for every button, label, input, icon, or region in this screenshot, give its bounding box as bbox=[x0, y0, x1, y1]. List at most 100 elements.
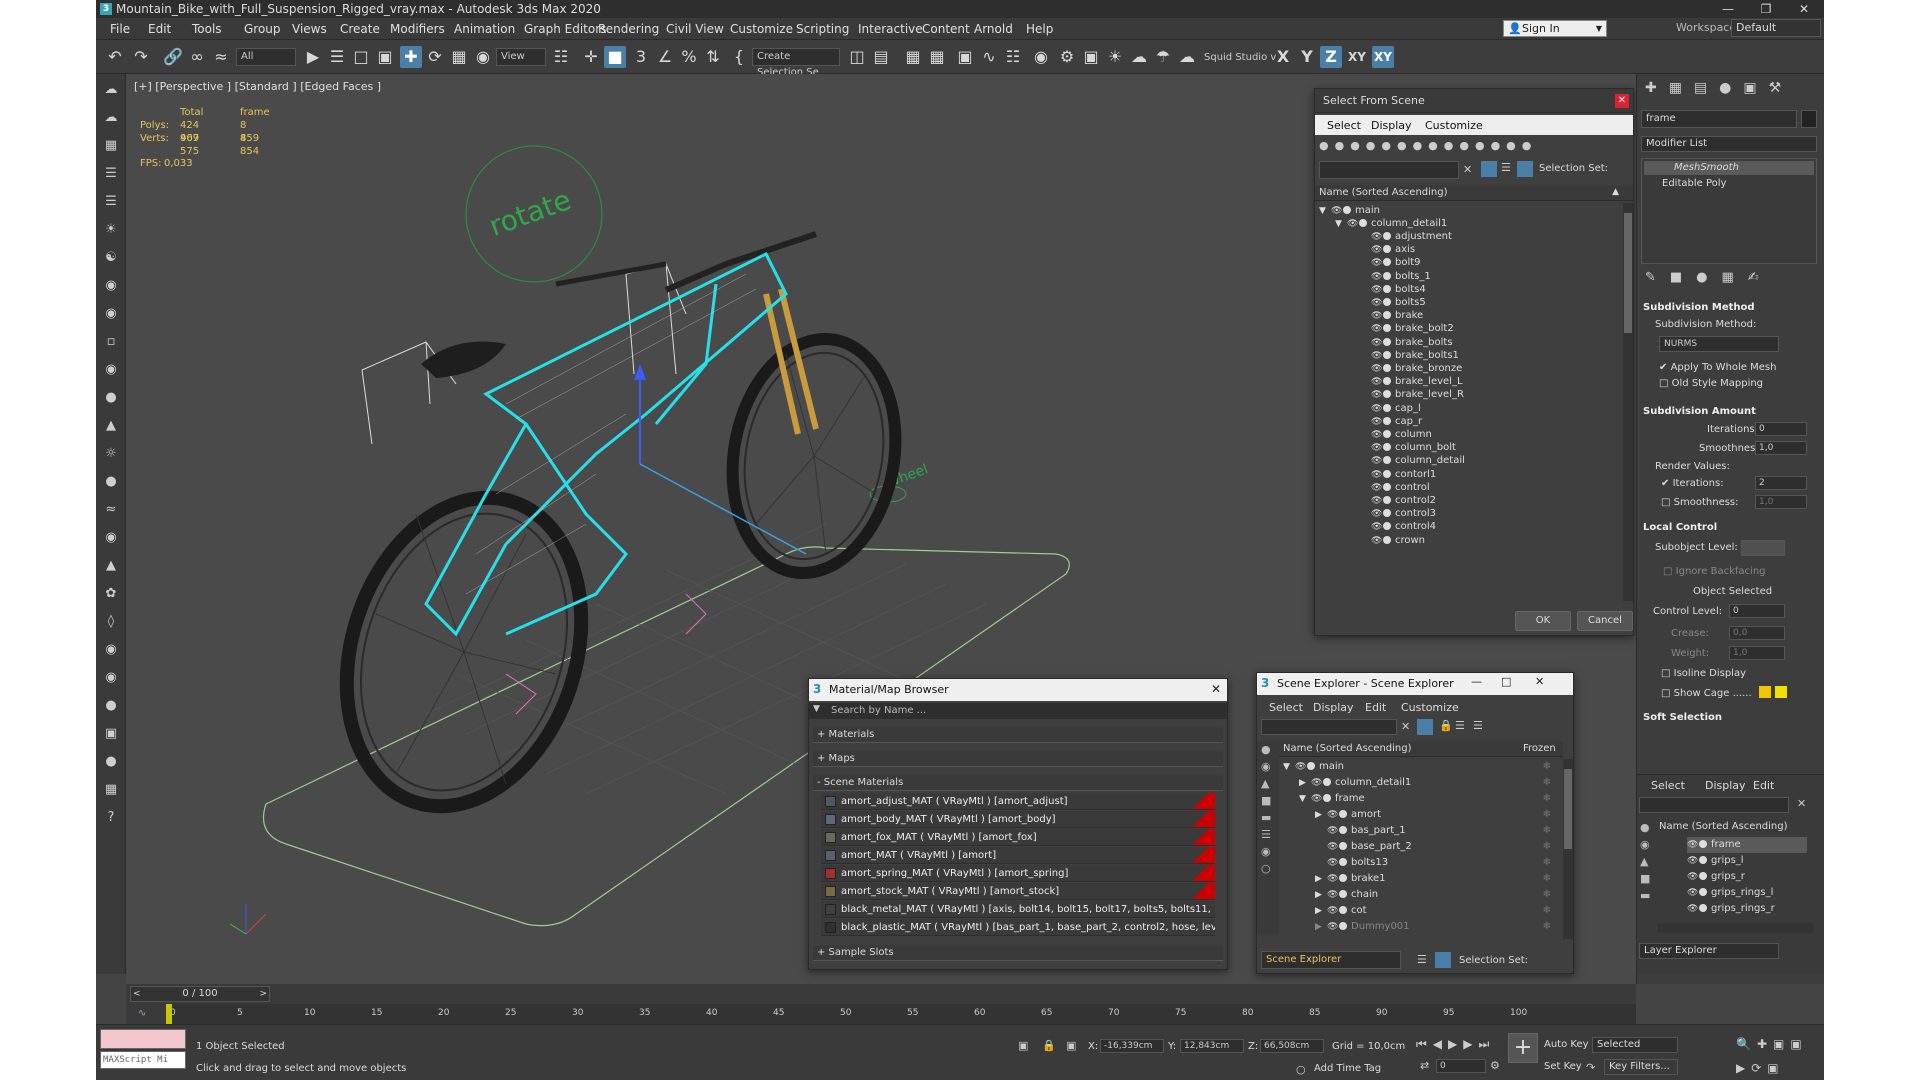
le-hscrollbar[interactable] bbox=[1657, 923, 1813, 933]
left-tool-9-icon[interactable]: ◉ bbox=[101, 304, 121, 324]
time-cursor[interactable] bbox=[166, 1004, 172, 1024]
se-filter-icon[interactable] bbox=[1417, 719, 1433, 735]
spinner-snap-icon[interactable]: ⇅ bbox=[702, 46, 724, 68]
time-config-icon[interactable]: ⚙ bbox=[1490, 1059, 1500, 1072]
expand-icon[interactable]: ▼ bbox=[1283, 759, 1295, 775]
edit-named-selection-icon[interactable]: { bbox=[728, 46, 750, 68]
render-activeshade-icon[interactable]: ☂ bbox=[1152, 46, 1174, 68]
z-coordinate-field[interactable]: 66,508cm bbox=[1260, 1039, 1324, 1053]
expand-icon[interactable]: ▶ bbox=[1315, 887, 1327, 903]
reference-coord-dropdown[interactable]: View bbox=[496, 48, 546, 66]
mmb-section-maps[interactable]: + Maps bbox=[813, 751, 1223, 767]
ok-button[interactable]: OK bbox=[1515, 611, 1571, 631]
menu-modifiers[interactable]: Modifiers bbox=[390, 22, 445, 36]
visibility-eye-icon[interactable]: 👁 bbox=[1687, 885, 1698, 901]
material-item[interactable]: amort_stock_MAT ( VRayMtl ) [amort_stock… bbox=[821, 883, 1215, 900]
left-tool-25-icon[interactable]: ● bbox=[101, 752, 121, 772]
time-slider[interactable]: < 0 / 100 > bbox=[130, 986, 270, 1002]
select-scale-icon[interactable]: ▦ bbox=[448, 46, 470, 68]
axis-x-button[interactable]: X bbox=[1272, 46, 1294, 68]
keyboard-shortcut-override-icon[interactable]: ■ bbox=[604, 46, 626, 68]
expand-icon[interactable]: ▶ bbox=[1315, 903, 1327, 919]
material-item[interactable]: black_plastic_MAT ( VRayMtl ) [bas_part_… bbox=[821, 919, 1215, 936]
align-icon[interactable]: ▤ bbox=[870, 46, 892, 68]
se-minimize-icon[interactable]: — bbox=[1471, 675, 1482, 688]
soft-selection-head[interactable]: Soft Selection bbox=[1643, 710, 1819, 726]
subobject-level-buttons[interactable] bbox=[1741, 540, 1785, 556]
se-layers-icon[interactable]: ☰ bbox=[1473, 719, 1483, 732]
visibility-eye-icon[interactable]: 👁 bbox=[1687, 853, 1698, 869]
maxscript-listener[interactable] bbox=[100, 1029, 186, 1049]
viewport-nav-controls-2[interactable]: ▶⟳▣ bbox=[1736, 1061, 1785, 1075]
left-tool-4-icon[interactable]: ☰ bbox=[101, 164, 121, 184]
sfs-menu-customize[interactable]: Customize bbox=[1425, 119, 1483, 132]
frozen-toggle-icon[interactable]: ❄ bbox=[1543, 823, 1551, 839]
mirror-icon[interactable]: ◫ bbox=[846, 46, 868, 68]
sfs-filter-icon[interactable] bbox=[1481, 161, 1497, 177]
iterations-spinner[interactable]: 0 bbox=[1755, 422, 1807, 436]
se-tree-item[interactable]: ▶ 👁 amort ❄ bbox=[1315, 807, 1553, 823]
material-item[interactable]: amort_spring_MAT ( VRayMtl ) [amort_spri… bbox=[821, 865, 1215, 882]
material-item[interactable]: amort_MAT ( VRayMtl ) [amort] bbox=[821, 847, 1215, 864]
material-item[interactable]: amort_fox_MAT ( VRayMtl ) [amort_fox] bbox=[821, 829, 1215, 846]
frozen-toggle-icon[interactable]: ❄ bbox=[1543, 759, 1551, 775]
menu-tools[interactable]: Tools bbox=[192, 22, 222, 36]
rect-selection-icon[interactable]: □ bbox=[350, 46, 372, 68]
se-tree-item[interactable]: ▶ 👁 Dummy001 ❄ bbox=[1315, 919, 1553, 935]
se-menu-customize[interactable]: Customize bbox=[1401, 701, 1459, 714]
key-selection-dropdown[interactable]: Selected bbox=[1592, 1037, 1678, 1053]
weight-spinner[interactable]: 1,0 bbox=[1729, 646, 1785, 660]
le-menu-display[interactable]: Display bbox=[1705, 779, 1746, 792]
expand-icon[interactable]: ▼ bbox=[1319, 203, 1331, 219]
left-tool-22-icon[interactable]: ◉ bbox=[101, 668, 121, 688]
frozen-toggle-icon[interactable]: ❄ bbox=[1543, 871, 1551, 887]
se-column-header[interactable]: Name (Sorted Ascending) Frozen bbox=[1279, 741, 1563, 757]
visibility-eye-icon[interactable]: 👁 bbox=[1311, 775, 1322, 791]
menu-animation[interactable]: Animation bbox=[454, 22, 515, 36]
rotate-controller-text[interactable]: rotate bbox=[485, 183, 576, 243]
playback-controls[interactable]: ⏮◀▶▶⏭ bbox=[1416, 1037, 1495, 1052]
sfs-search-input[interactable] bbox=[1319, 161, 1459, 179]
sfs-menu-select[interactable]: Select bbox=[1327, 119, 1361, 132]
se-explorer-dropdown[interactable]: Scene Explorer bbox=[1261, 951, 1401, 969]
restore-icon[interactable]: ❐ bbox=[1746, 0, 1786, 18]
workspaces-dropdown[interactable]: Default bbox=[1731, 19, 1821, 37]
auto-key-button[interactable]: Auto Key bbox=[1544, 1039, 1589, 1050]
key-tangent-icon[interactable]: ↷ bbox=[1586, 1061, 1595, 1074]
left-tool-2-icon[interactable]: ☁ bbox=[101, 108, 121, 128]
le-menu-select[interactable]: Select bbox=[1651, 779, 1685, 792]
visibility-eye-icon[interactable]: 👁 bbox=[1311, 791, 1322, 807]
visibility-eye-icon[interactable]: 👁 bbox=[1687, 869, 1698, 885]
visibility-eye-icon[interactable]: 👁 bbox=[1327, 887, 1338, 903]
timeline[interactable]: < 0 / 100 > ∿ 0 5 10 15 20 25 30 35 40 45 50 55 60 65… bbox=[126, 984, 1636, 1024]
ignore-backfacing-checkbox[interactable]: □ Ignore Backfacing bbox=[1663, 566, 1766, 577]
cage-color-1[interactable] bbox=[1759, 686, 1771, 698]
object-color-swatch[interactable] bbox=[1801, 110, 1817, 128]
render-cloud-icon[interactable]: ☁ bbox=[1176, 46, 1198, 68]
time-tag-icon[interactable]: ○ bbox=[1296, 1063, 1306, 1076]
sfs-layers-icon[interactable]: ☰ bbox=[1501, 161, 1511, 174]
left-tool-19-icon[interactable]: ✿ bbox=[101, 584, 121, 604]
scene-explorer-toggle-icon[interactable]: ▦ bbox=[902, 46, 924, 68]
se-search-input[interactable] bbox=[1261, 719, 1397, 735]
local-control-head[interactable]: Local Control bbox=[1643, 520, 1819, 536]
frozen-toggle-icon[interactable]: ❄ bbox=[1543, 839, 1551, 855]
object-name-field[interactable]: frame bbox=[1641, 110, 1797, 128]
se-filter-sidebar[interactable]: ● ◉ ▲ ■ ▬ ☰ ◉ ○ bbox=[1257, 741, 1279, 935]
placement-icon[interactable]: ◉ bbox=[472, 46, 494, 68]
sfs-column-header[interactable]: Name (Sorted Ascending) ▲ bbox=[1315, 185, 1633, 201]
left-tool-27-icon[interactable]: ? bbox=[101, 808, 121, 828]
snaps-toggle-icon[interactable]: 3 bbox=[630, 46, 652, 68]
viewport-nav-controls[interactable]: 🔍✚▣▣ bbox=[1736, 1037, 1808, 1051]
sfs-hierarchy-icon[interactable] bbox=[1517, 161, 1533, 177]
se-tree-item[interactable]: 👁 bolts13 ❄ bbox=[1315, 855, 1553, 871]
link-icon[interactable]: 🔗 bbox=[162, 46, 184, 68]
visibility-eye-icon[interactable]: 👁 bbox=[1327, 919, 1338, 935]
frozen-toggle-icon[interactable]: ❄ bbox=[1543, 855, 1551, 871]
tree-item[interactable]: 👁 crown bbox=[1359, 533, 1425, 549]
expand-icon[interactable]: ▶ bbox=[1315, 807, 1327, 823]
se-menu-display[interactable]: Display bbox=[1313, 701, 1354, 714]
mmb-search-input[interactable]: ▼ Search by Name ... bbox=[809, 703, 1227, 719]
frozen-toggle-icon[interactable]: ❄ bbox=[1543, 775, 1551, 791]
sign-in-button[interactable]: 👤 Sign In ▼ bbox=[1503, 20, 1607, 37]
